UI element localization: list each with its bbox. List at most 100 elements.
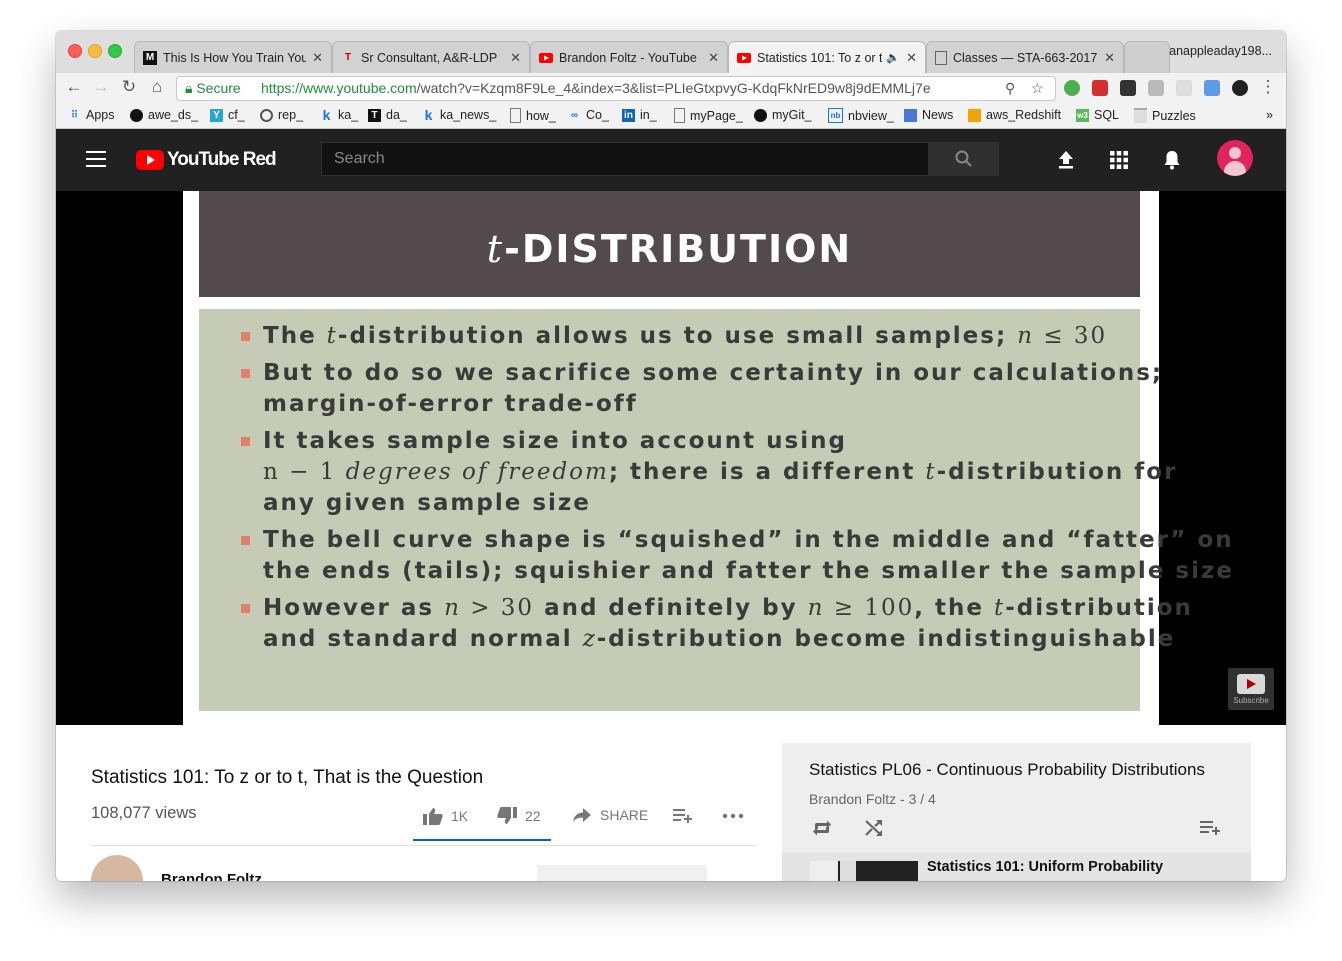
profile-name[interactable]: anappleaday198... xyxy=(1169,44,1272,58)
close-tab-icon[interactable]: ✕ xyxy=(708,50,719,66)
thumbs-down-icon xyxy=(497,807,517,824)
bookmark-item[interactable]: how_ xyxy=(510,108,556,123)
secure-indicator[interactable]: 🔒︎ Secure xyxy=(185,77,241,100)
playlist-title[interactable]: Statistics PL06 - Continuous Probability… xyxy=(809,760,1205,780)
subscribe-watermark-button[interactable]: Subscribe xyxy=(1228,668,1274,710)
bullet-text: n − 1 xyxy=(263,459,346,485)
close-tab-icon[interactable]: ✕ xyxy=(906,50,917,66)
bullet-text: and standard normal xyxy=(263,626,583,652)
bookmark-item[interactable]: in in_ xyxy=(622,108,657,122)
bookmark-item[interactable]: myPage_ xyxy=(674,108,743,123)
youtube-logo[interactable]: YouTube Red xyxy=(136,149,277,171)
extension-icon[interactable] xyxy=(1092,80,1108,96)
bullet-text: But to do so we sacrifice some certainty… xyxy=(263,360,1164,386)
bullet-text: -distribution xyxy=(1005,595,1193,621)
close-tab-icon[interactable]: ✕ xyxy=(312,50,323,66)
dislike-button[interactable]: 22 xyxy=(497,807,541,825)
more-actions-button[interactable] xyxy=(722,813,752,819)
extension-icon[interactable] xyxy=(1148,80,1164,96)
bookmark-item[interactable]: awe_ds_ xyxy=(130,108,198,122)
maximize-window-button[interactable] xyxy=(108,44,122,58)
close-tab-icon[interactable]: ✕ xyxy=(510,50,521,66)
bookmark-item[interactable]: Ycf_ xyxy=(210,108,245,122)
bookmark-label: News xyxy=(922,108,954,122)
bullet-text: n xyxy=(444,595,461,621)
new-tab-button[interactable] xyxy=(1124,41,1170,73)
menu-hamburger-icon[interactable] xyxy=(86,151,106,172)
loop-playlist-icon[interactable] xyxy=(812,819,832,842)
slide-bullet: The bell curve shape is “squished” in th… xyxy=(241,525,1234,587)
search-input[interactable]: Search xyxy=(321,142,929,176)
bookmark-item[interactable]: Puzzles xyxy=(1134,108,1196,123)
slide-title-text: -DISTRIBUTION xyxy=(504,227,853,271)
extension-icon[interactable] xyxy=(1120,80,1136,96)
bookmark-label: ka_ xyxy=(338,108,359,122)
extension-icon[interactable] xyxy=(1064,80,1080,96)
bookmark-label: rep_ xyxy=(278,108,304,122)
bookmark-item[interactable]: w3 SQL xyxy=(1076,108,1119,122)
secure-label: Secure xyxy=(196,80,241,96)
playlist-item[interactable]: Statistics 101: Uniform Probability xyxy=(782,853,1251,881)
extension-icon[interactable] xyxy=(1204,80,1220,96)
forward-button[interactable]: → xyxy=(91,77,111,97)
account-avatar[interactable] xyxy=(1217,140,1253,176)
channel-name[interactable]: Brandon Foltz xyxy=(161,871,262,881)
zoom-icon[interactable]: ⚲ xyxy=(1005,77,1015,100)
back-button[interactable]: ← xyxy=(64,77,84,97)
playlist-add-icon[interactable] xyxy=(1200,819,1222,840)
tab-classes[interactable]: Classes — STA-663-2017 ✕ xyxy=(926,41,1124,73)
video-player[interactable]: t-DISTRIBUTION The t-distribution allows… xyxy=(56,191,1286,725)
bullet-text: It takes sample size into account using xyxy=(263,428,847,454)
extension-icon[interactable] xyxy=(1176,80,1192,96)
github-icon xyxy=(754,108,767,122)
bullet-line: n − 1 degrees of freedom; there is a dif… xyxy=(263,457,1177,488)
bookmark-item[interactable]: ⠿ Apps xyxy=(68,108,115,122)
bookmark-item[interactable]: rep_ xyxy=(260,108,303,122)
address-bar[interactable]: 🔒︎ Secure https://www.youtube.com/watch?… xyxy=(176,76,1056,101)
channel-avatar[interactable] xyxy=(91,855,143,881)
bookmark-item[interactable]: k ka_news_ xyxy=(422,108,497,123)
audio-playing-icon[interactable]: 🔈 xyxy=(886,51,900,64)
reload-button[interactable]: ↻ xyxy=(119,77,139,97)
shuffle-icon[interactable] xyxy=(864,819,884,842)
add-to-playlist-button[interactable] xyxy=(673,807,701,823)
bullet-line: However as n > 30 and definitely by n ≥ … xyxy=(263,593,1193,624)
extension-icon[interactable] xyxy=(1232,80,1248,96)
subscribe-button[interactable] xyxy=(537,865,707,881)
apps-grid-icon[interactable] xyxy=(1106,147,1132,173)
bookmark-item[interactable]: aws_Redshift xyxy=(968,108,1061,122)
like-button[interactable]: 1K xyxy=(423,807,468,825)
bookmark-item[interactable]: News xyxy=(904,108,953,122)
slide-title: t-DISTRIBUTION xyxy=(199,191,1140,297)
share-button[interactable]: SHARE xyxy=(572,807,648,823)
bookmark-star-icon[interactable]: ☆ xyxy=(1031,77,1044,100)
home-button[interactable]: ⌂ xyxy=(147,77,167,97)
bookmarks-overflow-button[interactable]: » xyxy=(1266,108,1273,122)
menu-kebab-icon[interactable]: ⋮ xyxy=(1258,77,1278,97)
tab-tesla[interactable]: T Sr Consultant, A&R-LDP ✕ xyxy=(332,41,530,73)
close-window-button[interactable] xyxy=(68,44,82,58)
minimize-window-button[interactable] xyxy=(88,44,102,58)
slide-bullet: The t-distribution allows us to use smal… xyxy=(241,321,1107,352)
tab-medium[interactable]: M This Is How You Train Your ✕ xyxy=(134,41,332,73)
tab-statistics-101[interactable]: Statistics 101: To z or t 🔈 ✕ xyxy=(728,41,926,73)
tab-brandon-foltz[interactable]: Brandon Foltz - YouTube ✕ xyxy=(530,41,728,73)
close-tab-icon[interactable]: ✕ xyxy=(1104,50,1115,66)
search-button[interactable] xyxy=(929,142,999,176)
divider xyxy=(91,845,756,846)
upload-icon[interactable] xyxy=(1053,147,1079,173)
bookmark-label: aws_Redshift xyxy=(986,108,1062,122)
apps-icon: ⠿ xyxy=(70,109,79,121)
bookmark-item[interactable]: ∞ Co_ xyxy=(568,108,609,122)
bookmark-item[interactable]: k ka_ xyxy=(320,108,359,123)
slide-body: The t-distribution allows us to use smal… xyxy=(199,309,1232,711)
bookmark-item[interactable]: myGit_ xyxy=(754,108,812,122)
notifications-bell-icon[interactable] xyxy=(1159,147,1185,173)
logo-text: YouTube Red xyxy=(167,149,277,170)
bullet-text: degrees of freedom xyxy=(345,459,609,485)
bookmark-label: awe_ds_ xyxy=(148,108,199,122)
bookmark-item[interactable]: Tda_ xyxy=(368,108,407,122)
bookmark-item[interactable]: nb nbview_ xyxy=(828,108,894,123)
bullet-line: and standard normal z-distribution becom… xyxy=(263,624,1193,655)
bullet-text: -distribution for xyxy=(936,459,1178,485)
